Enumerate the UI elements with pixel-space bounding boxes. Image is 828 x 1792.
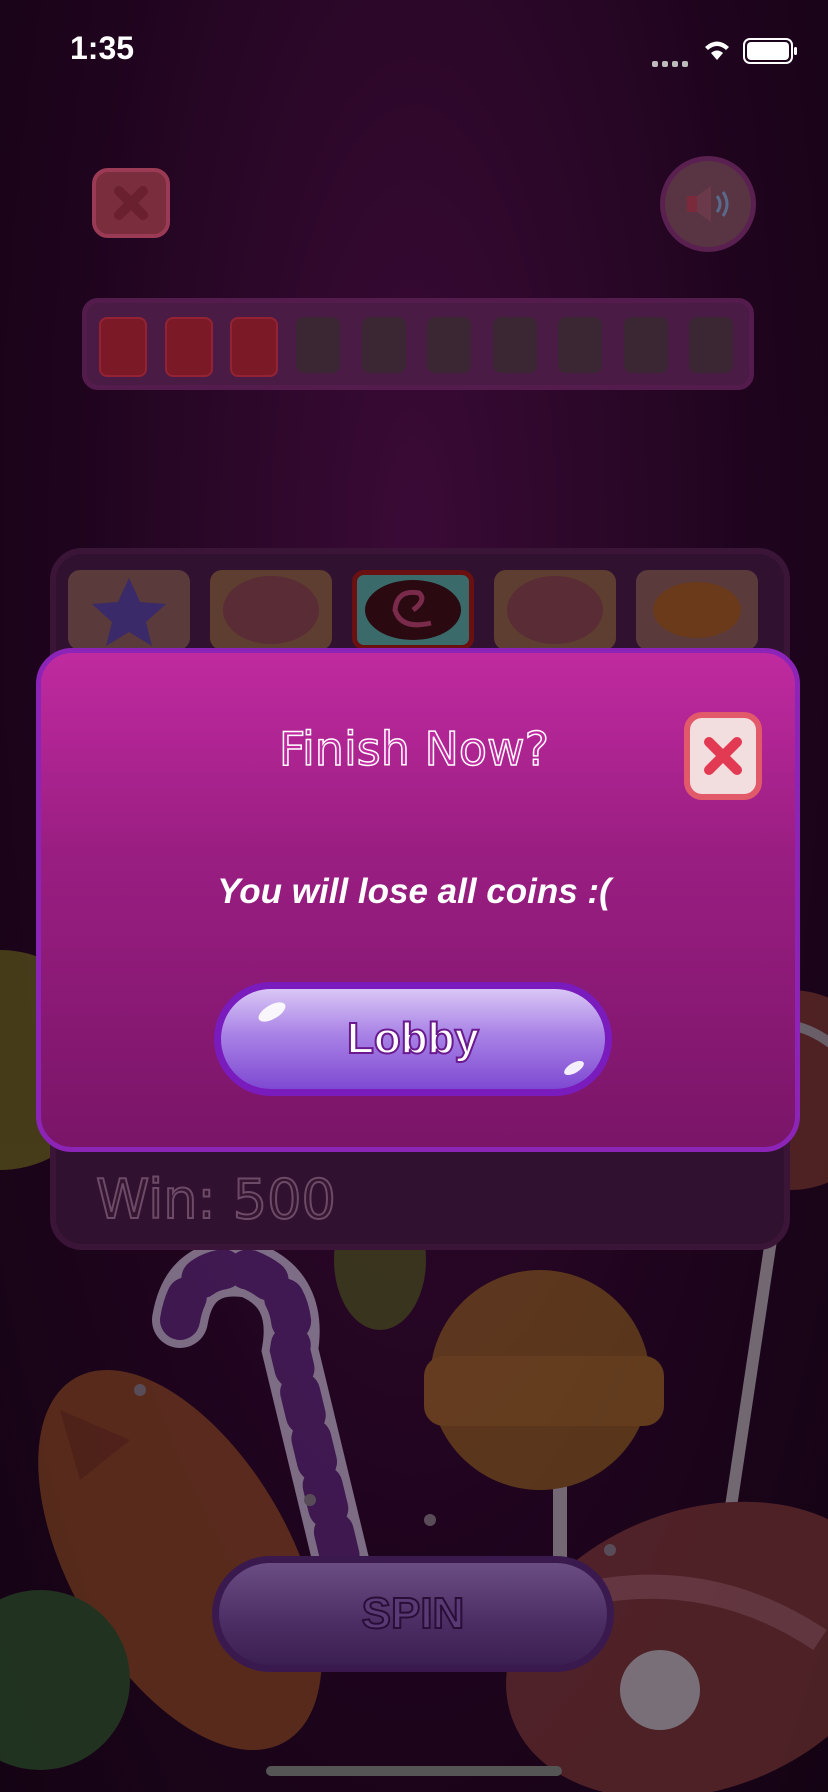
empty-jar-icon xyxy=(689,317,733,373)
reel-symbol-star xyxy=(68,570,190,650)
heart-jar-icon xyxy=(230,317,278,377)
spin-button-label: SPIN xyxy=(361,1588,466,1639)
win-amount: Win: 500 xyxy=(95,1167,337,1232)
lobby-button[interactable]: Lobby xyxy=(214,982,612,1096)
reel-symbol-swirl xyxy=(352,570,474,650)
empty-jar-icon xyxy=(493,317,537,373)
close-icon xyxy=(704,737,742,775)
empty-jar-icon xyxy=(427,317,471,373)
reel-symbol-cookie xyxy=(210,570,332,650)
dialog-message: You will lose all coins :( xyxy=(217,872,611,911)
empty-jar-icon xyxy=(362,317,406,373)
exit-button[interactable] xyxy=(92,168,170,238)
close-icon xyxy=(114,186,148,220)
status-time: 1:35 xyxy=(70,30,135,66)
dialog-close-button[interactable] xyxy=(684,712,762,800)
progress-jars xyxy=(82,298,754,390)
heart-jar-icon xyxy=(99,317,147,377)
speaker-icon xyxy=(687,186,729,222)
gloss-highlight xyxy=(255,998,289,1026)
empty-jar-icon xyxy=(624,317,668,373)
empty-jar-icon xyxy=(558,317,602,373)
lobby-button-label: Lobby xyxy=(346,1013,480,1064)
battery-icon xyxy=(743,38,797,64)
heart-jar-icon xyxy=(165,317,213,377)
reel-symbol-orange-candy xyxy=(636,570,758,650)
cellular-signal-icon xyxy=(652,52,692,71)
home-indicator[interactable] xyxy=(266,1766,562,1776)
sound-toggle-button[interactable] xyxy=(660,156,756,252)
reel-symbol-cookie xyxy=(494,570,616,650)
wifi-icon xyxy=(705,41,729,60)
gloss-highlight xyxy=(561,1058,587,1078)
spin-button[interactable]: SPIN xyxy=(212,1556,614,1672)
empty-jar-icon xyxy=(296,317,340,373)
